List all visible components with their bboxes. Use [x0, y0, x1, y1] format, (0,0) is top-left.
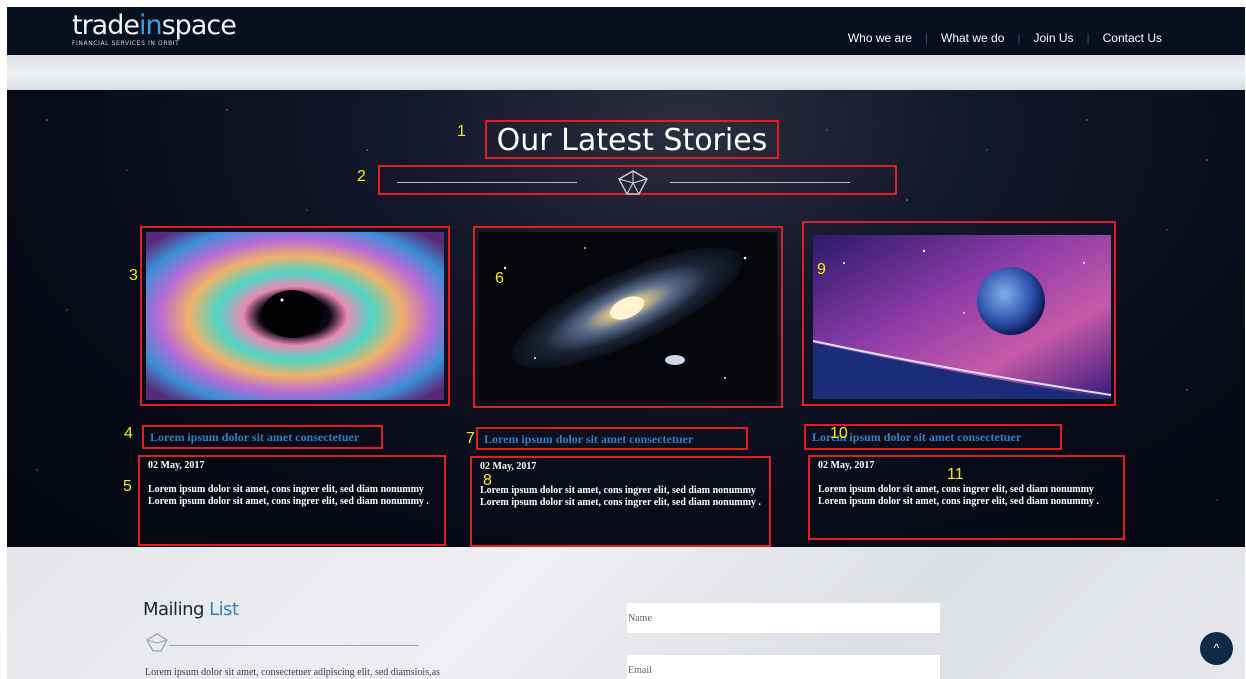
annotation-marker: 1: [457, 123, 466, 140]
hero-strip: [7, 55, 1245, 90]
story-body-2: 02 May, 2017 Lorem ipsum dolor sit amet,…: [470, 456, 771, 547]
logo-wordmark: tradeinspace: [72, 10, 237, 41]
chevron-up-icon: ^: [1213, 641, 1220, 655]
nav-contact-us[interactable]: Contact Us: [1103, 31, 1162, 45]
annotation-marker: 2: [357, 168, 366, 185]
logo-tagline: FINANCIAL SERVICES IN ORBIT: [72, 40, 180, 47]
story-date-1: 02 May, 2017: [148, 460, 205, 471]
name-input[interactable]: [627, 603, 940, 633]
annotation-marker: 11: [947, 466, 964, 483]
email-input[interactable]: [627, 655, 940, 679]
annotation-marker: 9: [817, 261, 826, 278]
story-image-2[interactable]: [473, 226, 783, 408]
story-image-1[interactable]: [140, 226, 450, 406]
planet-horizon-image: [812, 235, 1112, 399]
nav-separator: |: [1017, 31, 1021, 45]
back-to-top-button[interactable]: ^: [1200, 632, 1233, 665]
story-title-1[interactable]: Lorem ipsum dolor sit amet consectetuer: [142, 425, 383, 449]
annotation-marker: 6: [495, 270, 504, 287]
mailing-divider-line: [169, 645, 419, 646]
story-title-2[interactable]: Lorem ipsum dolor sit amet consectetuer: [476, 427, 748, 450]
nav-separator: |: [924, 31, 928, 45]
story-image-3[interactable]: [802, 221, 1116, 406]
story-excerpt-3: Lorem ipsum dolor sit amet, cons ingrer …: [818, 484, 1099, 507]
site-header: tradeinspace FINANCIAL SERVICES IN ORBIT…: [7, 7, 1245, 55]
nav-what-we-do[interactable]: What we do: [941, 31, 1004, 45]
story-body-1: 02 May, 2017 Lorem ipsum dolor sit amet,…: [138, 455, 446, 546]
logo[interactable]: tradeinspace FINANCIAL SERVICES IN ORBIT: [72, 10, 237, 47]
diamond-icon: [618, 170, 648, 195]
story-date-3: 02 May, 2017: [818, 460, 875, 471]
divider-line: [670, 182, 850, 183]
section-title: Our Latest Stories: [485, 120, 779, 159]
annotation-marker: 5: [123, 478, 132, 495]
annotation-marker: 3: [129, 267, 138, 284]
annotation-marker: 7: [466, 430, 475, 447]
title-divider: [378, 165, 897, 195]
spiral-galaxy-image: [479, 232, 777, 402]
nebula-vortex-image: [146, 232, 444, 400]
story-body-3: 02 May, 2017 Lorem ipsum dolor sit amet,…: [808, 455, 1125, 540]
mailing-description: Lorem ipsum dolor sit amet, consectetuer…: [145, 667, 440, 678]
main-nav: Who we are | What we do | Join Us | Cont…: [848, 31, 1162, 45]
story-excerpt-1: Lorem ipsum dolor sit amet, cons ingrer …: [148, 484, 429, 507]
nav-join-us[interactable]: Join Us: [1034, 31, 1074, 45]
mailing-list-section: Mailing List Lorem ipsum dolor sit amet,…: [7, 547, 1245, 679]
latest-stories-section: Our Latest Stories 1 2 3 Lorem ipsum dol…: [7, 90, 1245, 547]
nav-separator: |: [1086, 31, 1090, 45]
annotation-marker: 8: [483, 472, 492, 489]
annotation-marker: 10: [830, 425, 848, 442]
story-date-2: 02 May, 2017: [480, 461, 537, 472]
story-excerpt-2: Lorem ipsum dolor sit amet, cons ingrer …: [480, 485, 761, 508]
diamond-icon: [146, 633, 168, 652]
annotation-marker: 4: [124, 425, 133, 442]
divider-line: [397, 182, 577, 183]
mailing-list-title: Mailing List: [143, 599, 239, 620]
nav-who-we-are[interactable]: Who we are: [848, 31, 912, 45]
